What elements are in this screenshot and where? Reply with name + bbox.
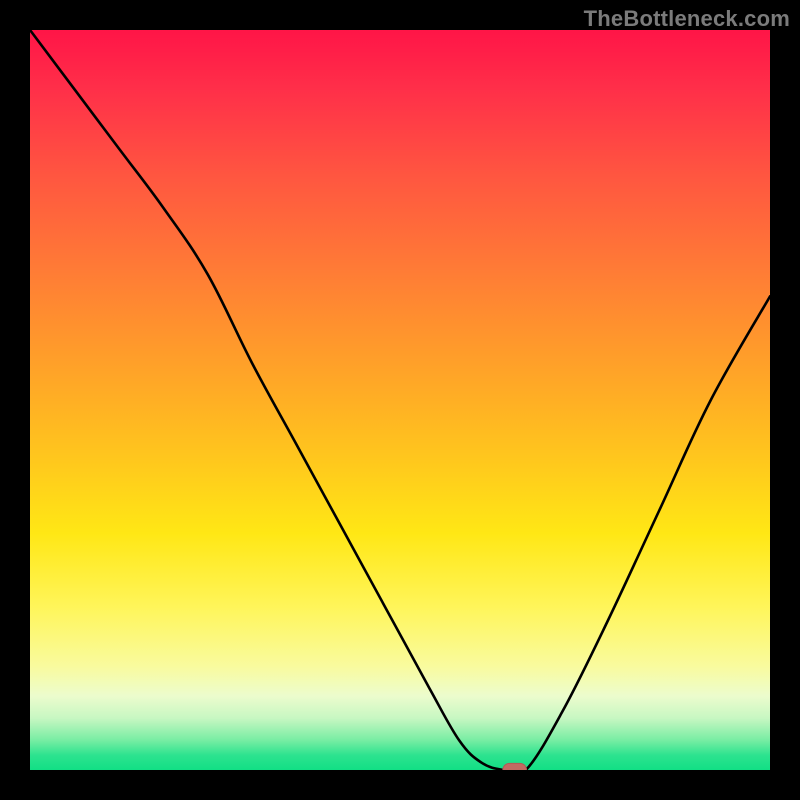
bottleneck-curve xyxy=(30,30,770,770)
watermark-text: TheBottleneck.com xyxy=(584,6,790,32)
chart-svg xyxy=(30,30,770,770)
chart-plot-area xyxy=(30,30,770,770)
optimal-point-marker xyxy=(503,763,527,770)
